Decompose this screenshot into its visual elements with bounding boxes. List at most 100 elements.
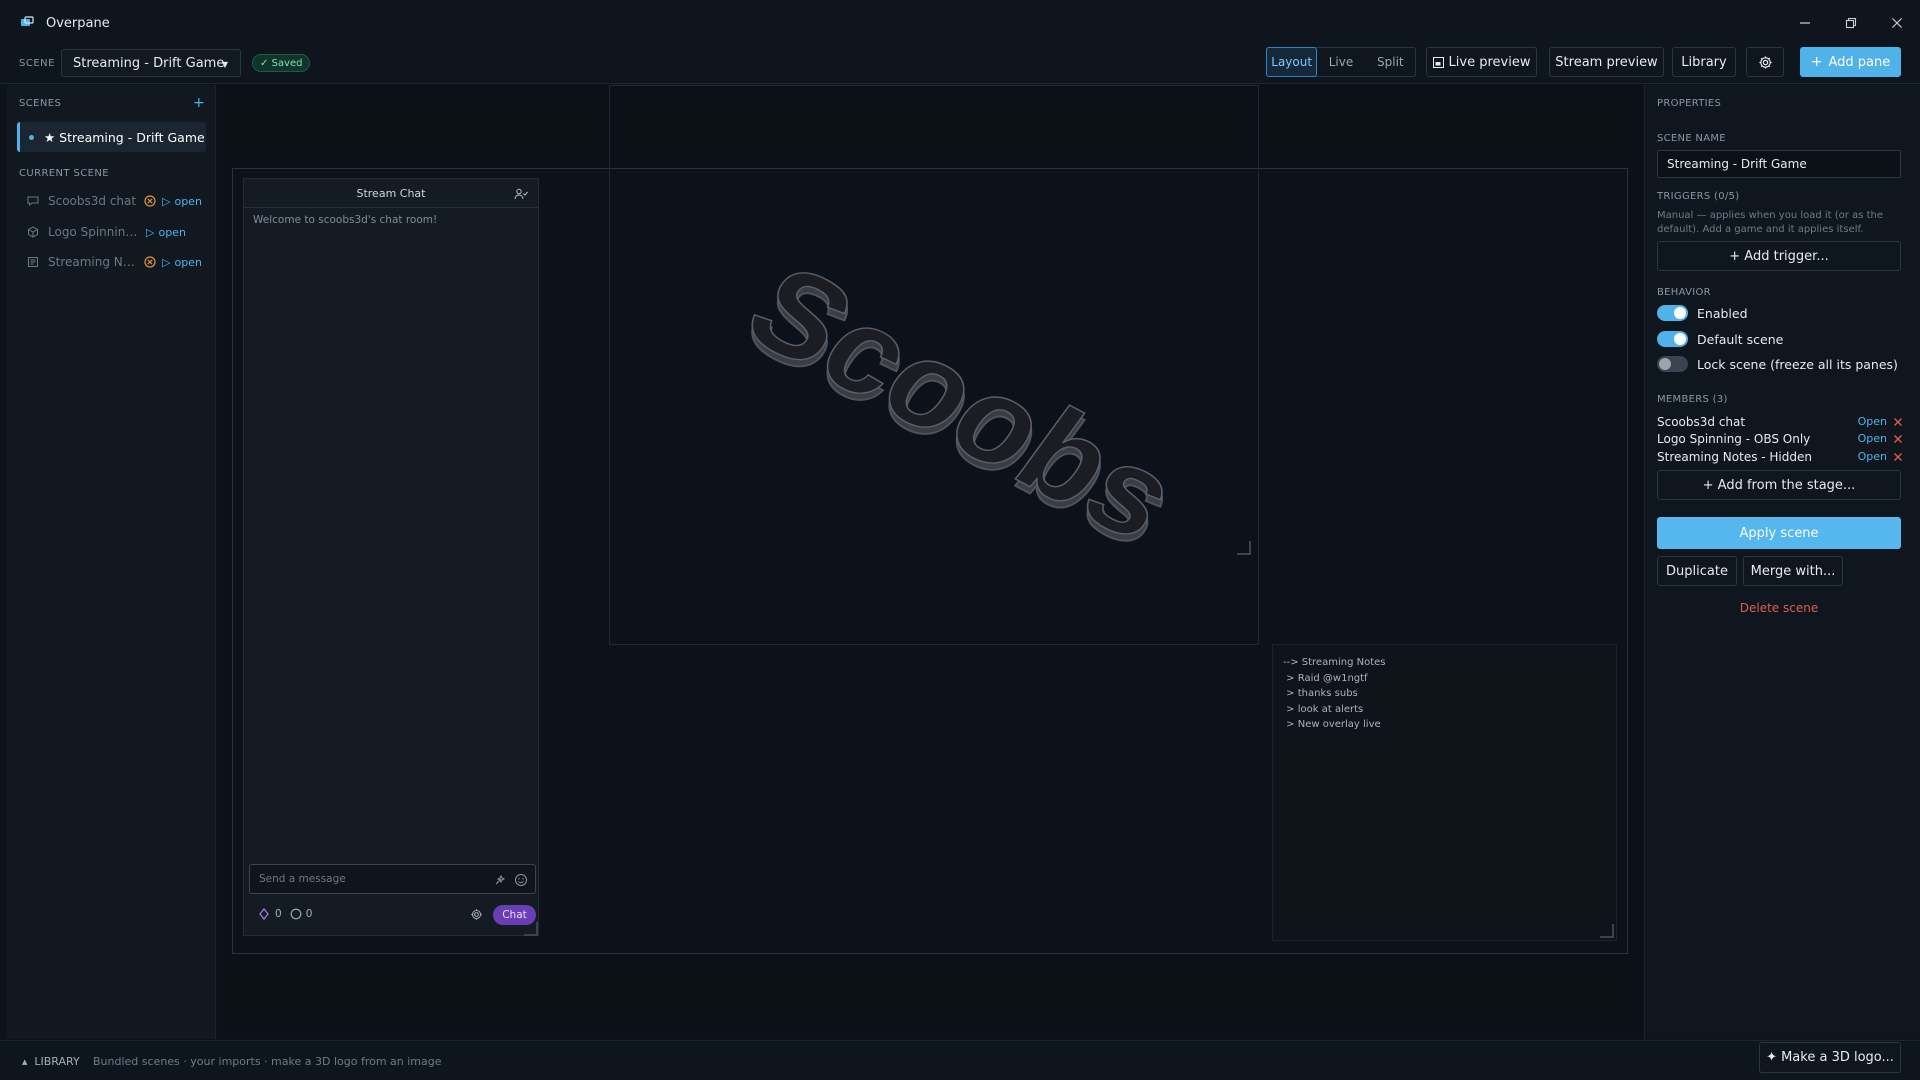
points-icon xyxy=(290,908,302,920)
scene-select-value: Streaming - Drift Game xyxy=(73,55,225,71)
stage: Scoobs Scoobs Stream Chat Welcome to sco… xyxy=(217,85,1643,1039)
toggle-label: Enabled xyxy=(1697,305,1748,321)
bits-count: 0 xyxy=(275,908,282,920)
member-open-link[interactable]: Open xyxy=(1858,450,1887,463)
plus-icon: + xyxy=(193,95,205,111)
scene-label: SCENE xyxy=(19,58,55,69)
member-row-label: Logo Spinning - OBS Only xyxy=(1657,431,1811,446)
bits-icon xyxy=(259,908,269,920)
add-pane-button[interactable]: + Add pane xyxy=(1800,47,1901,77)
delete-scene-link[interactable]: Delete scene xyxy=(1657,601,1901,615)
behavior-label: BEHAVIOR xyxy=(1657,287,1711,298)
library-button[interactable]: Library xyxy=(1672,47,1736,77)
logo-text: Scoobs xyxy=(722,239,1204,561)
sparkle-icon[interactable] xyxy=(493,873,507,887)
gear-icon xyxy=(1758,55,1772,69)
open-label: open xyxy=(158,225,186,239)
remove-icon[interactable] xyxy=(1893,434,1903,444)
default-scene-toggle[interactable] xyxy=(1657,331,1688,347)
notes-icon xyxy=(28,257,38,267)
add-from-stage-button[interactable]: + Add from the stage... xyxy=(1657,470,1901,500)
app-logo-icon xyxy=(21,16,34,26)
resize-handle[interactable] xyxy=(1237,541,1251,555)
library-toggle[interactable]: ▲ LIBRARY xyxy=(22,1055,80,1068)
emoji-icon[interactable] xyxy=(514,873,528,887)
title-bar: Overpane xyxy=(0,0,1920,46)
current-scene-label: CURRENT SCENE xyxy=(19,168,109,179)
scenes-sidebar: SCENES + ★ Streaming - Drift Game CURREN… xyxy=(7,85,216,1039)
member-open-link[interactable]: ▷ open xyxy=(162,195,202,208)
toggle-row-lock[interactable]: Lock scene (freeze all its panes) xyxy=(1657,354,1898,374)
notes-pane[interactable]: --> Streaming Notes > Raid @w1ngtf > tha… xyxy=(1272,644,1617,941)
live-preview-label: Live preview xyxy=(1448,54,1531,70)
chat-message-input[interactable]: Send a message xyxy=(249,864,536,894)
cube-icon xyxy=(28,226,38,238)
member-row: Scoobs3d chat Open xyxy=(1657,413,1903,430)
member-label: Streaming Notes - Hidden xyxy=(48,255,140,269)
mode-layout[interactable]: Layout xyxy=(1266,47,1318,77)
scene-select[interactable]: Streaming - Drift Game ▼ xyxy=(61,49,241,77)
remove-icon[interactable] xyxy=(1893,452,1903,462)
triggers-help: Manual — applies when you load it (or as… xyxy=(1657,210,1884,235)
member-row-label: Scoobs3d chat xyxy=(1657,414,1746,429)
logo-pane[interactable]: Scoobs Scoobs xyxy=(609,169,1259,561)
scene-item-label: ★ Streaming - Drift Game xyxy=(44,129,205,145)
toggle-label: Lock scene (freeze all its panes) xyxy=(1697,356,1898,372)
mode-live[interactable]: Live xyxy=(1316,48,1365,76)
toolbar: SCENE Streaming - Drift Game ▼ ✓ Saved L… xyxy=(0,44,1920,84)
window-controls xyxy=(1782,0,1920,46)
restore-button[interactable] xyxy=(1828,0,1874,46)
member-open-link[interactable]: ▷ open xyxy=(162,256,202,269)
notes-line: > New overlay live xyxy=(1283,719,1381,730)
scene-name-input[interactable]: Streaming - Drift Game xyxy=(1657,150,1901,178)
points-count: 0 xyxy=(305,908,313,920)
member-item-notes[interactable]: Streaming Notes - Hidden ▷open xyxy=(27,253,207,271)
warning-icon xyxy=(144,256,156,268)
apply-scene-button[interactable]: Apply scene xyxy=(1657,517,1901,549)
chat-pane[interactable]: Stream Chat Welcome to scoobs3d's chat r… xyxy=(243,178,539,936)
stage-canvas: Scoobs Scoobs Stream Chat Welcome to sco… xyxy=(232,85,1628,954)
member-item-logo[interactable]: Logo Spinning - OBS Only ▷open xyxy=(27,223,207,241)
member-open-link[interactable]: ▷ open xyxy=(146,226,186,239)
member-row-label: Streaming Notes - Hidden xyxy=(1657,449,1812,464)
notes-line: > Raid @w1ngtf xyxy=(1283,672,1368,684)
scenes-section-label: SCENES xyxy=(19,98,62,109)
library-description: Bundled scenes · your imports · make a 3… xyxy=(93,1055,442,1068)
member-row: Streaming Notes - Hidden Open xyxy=(1657,448,1903,465)
resize-handle[interactable] xyxy=(524,922,538,936)
member-open-link[interactable]: Open xyxy=(1858,415,1887,428)
merge-with-button[interactable]: Merge with... xyxy=(1743,556,1843,586)
settings-button[interactable] xyxy=(1746,47,1784,77)
mode-switcher: Layout Live Split xyxy=(1266,47,1416,77)
toggle-row-enabled[interactable]: Enabled xyxy=(1657,303,1748,323)
member-item-chat[interactable]: Scoobs3d chat ▷ open xyxy=(27,192,207,210)
scene-item-streaming-drift-game[interactable]: ★ Streaming - Drift Game xyxy=(17,122,206,152)
minimize-button[interactable] xyxy=(1782,0,1828,46)
resize-handle[interactable] xyxy=(1600,924,1614,938)
minimize-icon xyxy=(1800,22,1810,24)
notes-line: > look at alerts xyxy=(1283,703,1364,715)
add-scene-button[interactable]: + xyxy=(193,95,205,111)
plus-icon: + xyxy=(1810,54,1823,70)
make-3d-logo-button[interactable]: ✦ Make a 3D logo... xyxy=(1759,1042,1901,1073)
play-icon: ▷ xyxy=(162,194,171,208)
chat-input-placeholder: Send a message xyxy=(259,873,346,885)
enabled-toggle[interactable] xyxy=(1657,305,1688,321)
saved-badge: ✓ Saved xyxy=(252,54,311,72)
lock-scene-toggle[interactable] xyxy=(1657,356,1688,372)
member-open-link[interactable]: Open xyxy=(1858,432,1887,445)
gear-icon[interactable] xyxy=(470,908,483,921)
toggle-row-default[interactable]: Default scene xyxy=(1657,329,1783,349)
stream-preview-button[interactable]: Stream preview xyxy=(1549,47,1664,77)
mode-split[interactable]: Split xyxy=(1366,48,1415,76)
chat-header: Stream Chat xyxy=(244,179,538,208)
close-icon xyxy=(1892,18,1902,28)
live-preview-button[interactable]: Live preview xyxy=(1426,47,1537,77)
add-trigger-button[interactable]: + Add trigger... xyxy=(1657,241,1901,271)
remove-icon[interactable] xyxy=(1893,417,1903,427)
close-button[interactable] xyxy=(1874,0,1920,46)
triggers-label: TRIGGERS (0/5) xyxy=(1657,191,1740,202)
users-icon[interactable] xyxy=(514,187,528,201)
duplicate-button[interactable]: Duplicate xyxy=(1657,556,1737,586)
play-icon: ▷ xyxy=(146,225,155,239)
